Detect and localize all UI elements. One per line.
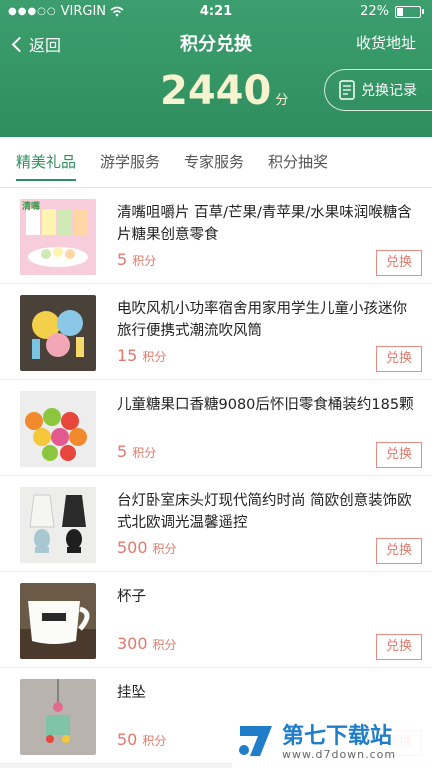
tab-gifts[interactable]: 精美礼品 (8, 137, 84, 187)
product-image (20, 487, 96, 563)
logo-icon (239, 726, 272, 756)
product-image (20, 679, 96, 755)
header: ●●●○○ VIRGIN 4:21 22% 返回 积分兑换 收货地址 2440 … (0, 0, 432, 137)
product-image (20, 295, 96, 371)
product-image (20, 583, 96, 659)
price-value: 15 (117, 346, 138, 365)
list-item[interactable]: 杯子 300 积分 兑换 (0, 572, 432, 668)
points-unit: 分 (275, 93, 289, 108)
list-item[interactable]: 儿童糖果口香糖9080后怀旧零食桶装约185颗 5 积分 兑换 (0, 380, 432, 476)
tab-expert-service[interactable]: 专家服务 (176, 137, 252, 187)
product-name: 清嘴咀嚼片 百草/芒果/青苹果/水果味润喉糖含片糖果创意零食 (117, 205, 412, 243)
tab-study-tour[interactable]: 游学服务 (92, 137, 168, 187)
redeem-history-label: 兑换记录 (361, 83, 417, 99)
product-name: 电吹风机小功率宿舍用家用学生儿童小孩迷你旅行便携式潮流吹风筒 (117, 301, 407, 339)
price-value: 500 (117, 538, 148, 557)
price-unit: 积分 (142, 734, 167, 748)
redeem-button[interactable]: 兑换 (376, 442, 422, 468)
product-price: 500 积分 (117, 538, 177, 557)
price-unit: 积分 (142, 350, 167, 364)
list-item[interactable]: 台灯卧室床头灯现代简约时尚 简欧创意装饰欧式北欧调光温馨遥控 500 积分 兑换 (0, 476, 432, 572)
price-unit: 积分 (152, 542, 177, 556)
product-image: 清嘴 (20, 199, 96, 275)
redeem-history-button[interactable]: 兑换记录 (324, 69, 432, 111)
redeem-button[interactable]: 兑换 (376, 634, 422, 660)
nav-bar: 返回 积分兑换 收货地址 (0, 24, 432, 60)
watermark-title: 第七下载站 (282, 724, 393, 749)
product-image (20, 391, 96, 467)
shipping-address-link[interactable]: 收货地址 (356, 32, 416, 53)
price-value: 300 (117, 634, 148, 653)
status-bar: ●●●○○ VIRGIN 4:21 22% (0, 0, 432, 22)
battery-icon (395, 5, 421, 18)
brand-logo-text: 清嘴 (22, 202, 41, 212)
tab-points-lottery[interactable]: 积分抽奖 (260, 137, 336, 187)
product-price: 50 积分 (117, 730, 166, 749)
category-tabs: 精美礼品 游学服务 专家服务 积分抽奖 (0, 137, 432, 188)
gift-list: 清嘴 清嘴咀嚼片 百草/芒果/青苹果/水果味润喉糖含片糖果创意零食 5 积分 兑… (0, 188, 432, 764)
watermark-url: www.d7down.com (282, 748, 397, 761)
product-price: 5 积分 (117, 442, 156, 461)
list-item[interactable]: 电吹风机小功率宿舍用家用学生儿童小孩迷你旅行便携式潮流吹风筒 15 积分 兑换 (0, 284, 432, 380)
points-value: 2440 (160, 68, 272, 114)
product-name: 杯子 (117, 589, 146, 605)
product-price: 15 积分 (117, 346, 166, 365)
list-item[interactable]: 清嘴 清嘴咀嚼片 百草/芒果/青苹果/水果味润喉糖含片糖果创意零食 5 积分 兑… (0, 188, 432, 284)
battery-label: 22% (360, 4, 389, 19)
points-balance: 2440 分 (160, 68, 288, 114)
redeem-button[interactable]: 兑换 (376, 250, 422, 276)
price-value: 5 (117, 250, 128, 269)
product-name: 台灯卧室床头灯现代简约时尚 简欧创意装饰欧式北欧调光温馨遥控 (117, 493, 412, 531)
product-price: 5 积分 (117, 250, 156, 269)
price-unit: 积分 (132, 254, 157, 268)
redeem-button[interactable]: 兑换 (376, 538, 422, 564)
receipt-icon (339, 80, 355, 100)
product-price: 300 积分 (117, 634, 177, 653)
product-name: 挂坠 (117, 685, 146, 701)
price-value: 50 (117, 730, 138, 749)
product-name: 儿童糖果口香糖9080后怀旧零食桶装约185颗 (117, 397, 414, 413)
redeem-button[interactable]: 兑换 (376, 346, 422, 372)
price-unit: 积分 (152, 638, 177, 652)
site-watermark: 第七下载站 www.d7down.com (232, 716, 432, 768)
price-unit: 积分 (132, 446, 157, 460)
price-value: 5 (117, 442, 128, 461)
